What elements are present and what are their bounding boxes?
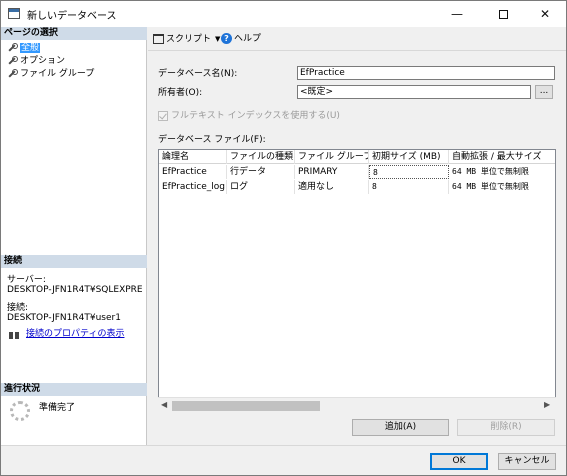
ok-button[interactable]: OK	[430, 453, 488, 470]
page-item-options[interactable]: オプション	[7, 55, 65, 67]
help-label: ヘルプ	[234, 34, 262, 44]
help-button[interactable]: ? ヘルプ	[221, 33, 261, 45]
remove-button[interactable]: 削除(R)	[457, 419, 555, 436]
owner-input[interactable]: <既定>	[297, 85, 531, 99]
connection-header: 接続	[1, 255, 147, 268]
minimize-button[interactable]: —	[435, 1, 479, 27]
page-item-label: ファイル グループ	[20, 69, 95, 79]
logical-name-cell[interactable]: EfPractice_log	[159, 180, 227, 194]
file-type-cell[interactable]: 行データ	[227, 165, 295, 179]
chevron-down-icon[interactable]: ▼	[215, 33, 220, 45]
progress-status: 準備完了	[39, 403, 76, 413]
script-icon	[153, 34, 164, 44]
script-label: スクリプト	[166, 34, 212, 45]
scrollbar-thumb[interactable]	[172, 401, 320, 411]
connection-properties-link[interactable]: 接続のプロパティの表示	[26, 329, 124, 340]
connection-icon	[8, 330, 20, 340]
maximize-button[interactable]	[481, 1, 525, 27]
db-files-label: データベース ファイル(F):	[158, 135, 266, 145]
column-header[interactable]: ファイルの種類	[227, 150, 295, 164]
toolbar: スクリプト ▼ ? ヘルプ	[148, 27, 566, 51]
logical-name-cell[interactable]: EfPractice	[159, 165, 227, 179]
cancel-button[interactable]: キャンセル	[498, 453, 556, 470]
column-header[interactable]: 初期サイズ (MB)	[369, 150, 449, 164]
db-name-input[interactable]: EfPractice	[297, 66, 555, 80]
grid-header: 論理名 ファイルの種類 ファイル グループ 初期サイズ (MB) 自動拡張 / …	[159, 150, 555, 164]
script-button[interactable]: スクリプト ▼	[153, 33, 220, 46]
wrench-icon	[7, 68, 18, 79]
column-header[interactable]: ファイル グループ	[295, 150, 369, 164]
connection-value: DESKTOP-JFN1R4T¥user1	[7, 313, 121, 323]
page-item-filegroups[interactable]: ファイル グループ	[7, 68, 94, 80]
wrench-icon	[7, 42, 18, 53]
left-pane: ページの選択 全般 オプション ファイル グループ 接続 サーバー: DESKT…	[1, 27, 147, 445]
progress-header: 進行状況	[1, 383, 147, 396]
table-row[interactable]: EfPractice_log ログ 適用なし 8 64 MB 単位で無制限	[159, 180, 555, 194]
help-icon: ?	[221, 33, 232, 44]
page-item-general[interactable]: 全般	[7, 42, 41, 54]
new-database-dialog: 新しいデータベース — ✕ ページの選択 全般 オプション ファイル グループ …	[0, 0, 567, 476]
autogrowth-cell[interactable]: 64 MB 単位で無制限	[449, 165, 555, 179]
footer-divider	[1, 445, 566, 446]
page-item-label: オプション	[20, 56, 66, 66]
initial-size-cell[interactable]: 8	[369, 180, 449, 194]
fulltext-label: フルテキスト インデックスを使用する(U)	[171, 111, 340, 121]
autogrowth-cell[interactable]: 64 MB 単位で無制限	[449, 180, 555, 194]
file-type-cell[interactable]: ログ	[227, 180, 295, 194]
column-header[interactable]: 自動拡張 / 最大サイズ	[449, 150, 555, 164]
add-button[interactable]: 追加(A)	[352, 419, 449, 436]
db-name-label: データベース名(N):	[158, 69, 238, 79]
owner-label: 所有者(O):	[158, 88, 203, 98]
initial-size-cell[interactable]: 8	[369, 165, 449, 179]
app-window-icon	[8, 8, 20, 19]
scroll-left-icon[interactable]: ◀	[161, 400, 167, 409]
filegroup-cell[interactable]: 適用なし	[295, 180, 369, 194]
window-title: 新しいデータベース	[27, 11, 117, 22]
page-item-label: 全般	[20, 43, 41, 53]
maximize-icon	[498, 10, 508, 19]
owner-browse-button[interactable]: ...	[535, 85, 553, 99]
filegroup-cell[interactable]: PRIMARY	[295, 165, 369, 179]
table-row[interactable]: EfPractice 行データ PRIMARY 8 64 MB 単位で無制限	[159, 165, 555, 179]
server-value: DESKTOP-JFN1R4T¥SQLEXPRE	[7, 285, 143, 295]
scroll-right-icon[interactable]: ▶	[544, 400, 550, 409]
title-bar: 新しいデータベース — ✕	[1, 1, 566, 27]
wrench-icon	[7, 55, 18, 66]
horizontal-scrollbar[interactable]: ◀ ▶	[158, 397, 556, 413]
page-select-header: ページの選択	[1, 27, 147, 40]
spinner-icon	[10, 401, 30, 421]
close-button[interactable]: ✕	[523, 1, 567, 27]
column-header[interactable]: 論理名	[159, 150, 227, 164]
db-files-grid[interactable]: 論理名 ファイルの種類 ファイル グループ 初期サイズ (MB) 自動拡張 / …	[158, 149, 556, 413]
fulltext-checkbox[interactable]	[158, 111, 168, 121]
